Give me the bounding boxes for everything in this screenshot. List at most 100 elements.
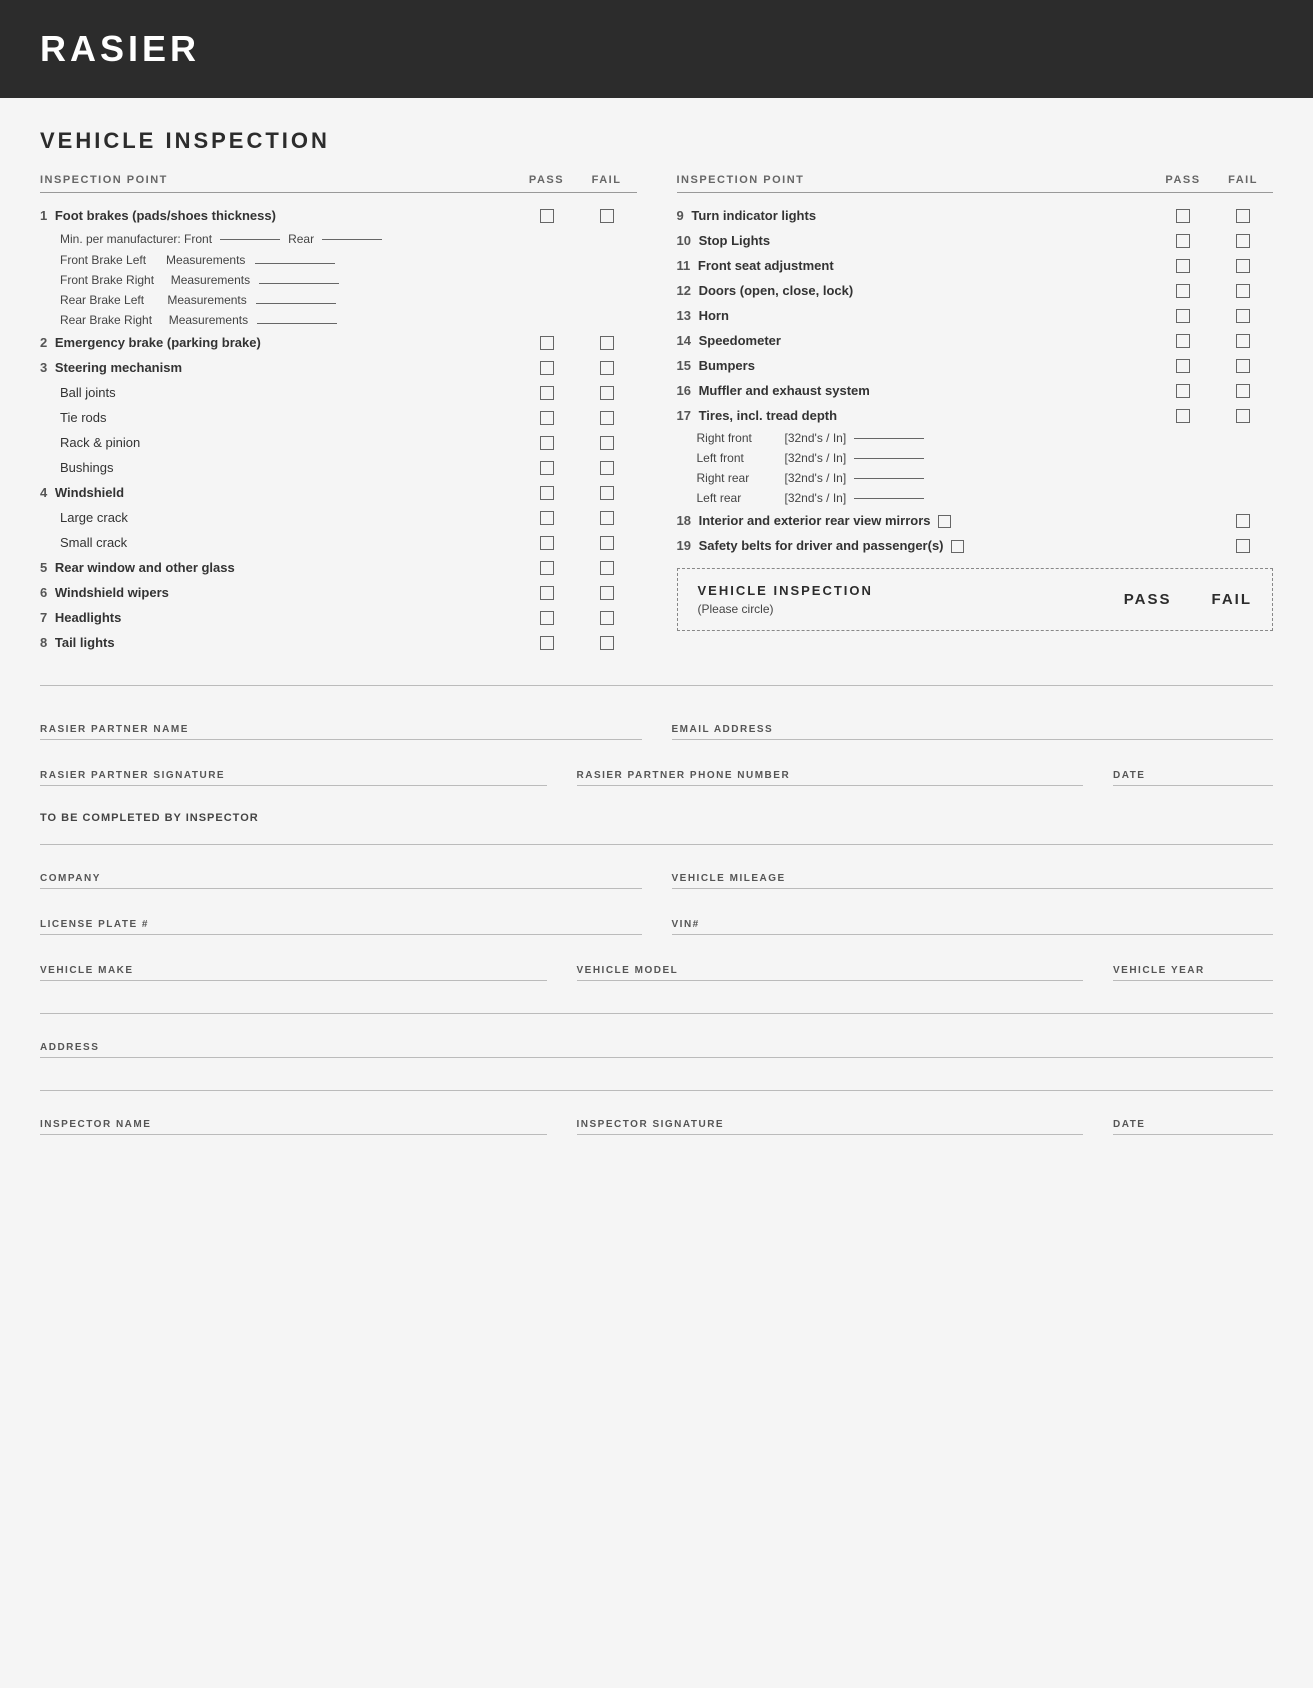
- left-col-fail-label: FAIL: [577, 174, 637, 186]
- mileage-label: VEHICLE MILEAGE: [672, 873, 1274, 884]
- item-11-pass-checkbox[interactable]: [1176, 259, 1190, 273]
- left-column: INSPECTION POINT PASS FAIL 1 Foot brakes…: [40, 174, 637, 655]
- item-5-pass-checkbox[interactable]: [540, 561, 554, 575]
- bushings-fail[interactable]: [600, 461, 614, 475]
- partner-signature-label: RASIER PARTNER SIGNATURE: [40, 770, 547, 781]
- large-crack-row: Large crack: [40, 505, 637, 530]
- tie-rods-label: Tie rods: [60, 410, 517, 425]
- item-6-fail-checkbox[interactable]: [600, 586, 614, 600]
- item-3-fail-checkbox[interactable]: [600, 361, 614, 375]
- tie-rods-fail[interactable]: [600, 411, 614, 425]
- item-10-fail-checkbox[interactable]: [1236, 234, 1250, 248]
- item-1-fail-checkbox[interactable]: [600, 209, 614, 223]
- form-row-7: INSPECTOR NAME INSPECTOR SIGNATURE DATE: [40, 1101, 1273, 1147]
- item-6-pass-checkbox[interactable]: [540, 586, 554, 600]
- rear-brake-right-label: Rear Brake Right Measurements: [60, 313, 517, 327]
- item-15-fail-checkbox[interactable]: [1236, 359, 1250, 373]
- item-8-pass-checkbox[interactable]: [540, 636, 554, 650]
- form-row-1: RASIER PARTNER NAME EMAIL ADDRESS: [40, 706, 1273, 752]
- item-17-fail-checkbox[interactable]: [1236, 409, 1250, 423]
- item-5-fail-checkbox[interactable]: [600, 561, 614, 575]
- small-crack-pass[interactable]: [540, 536, 554, 550]
- ball-joints-label: Ball joints: [60, 385, 517, 400]
- item-4-pass-checkbox[interactable]: [540, 486, 554, 500]
- item-14-fail-checkbox[interactable]: [1236, 334, 1250, 348]
- item-3-pass-checkbox[interactable]: [540, 361, 554, 375]
- right-front-unit: [32nd's / In]: [785, 431, 847, 445]
- rack-pinion-pass[interactable]: [540, 436, 554, 450]
- form-divider-3: [40, 1013, 1273, 1014]
- item-11-fail-checkbox[interactable]: [1236, 259, 1250, 273]
- item-2-fail-checkbox[interactable]: [600, 336, 614, 350]
- form-row-4: LICENSE PLATE # VIN#: [40, 901, 1273, 947]
- left-front-blank: [854, 458, 924, 459]
- item-4-fail-checkbox[interactable]: [600, 486, 614, 500]
- tie-rods-pass[interactable]: [540, 411, 554, 425]
- item-2-pass-checkbox[interactable]: [540, 336, 554, 350]
- form-row-5: VEHICLE MAKE VEHICLE MODEL VEHICLE YEAR: [40, 947, 1273, 993]
- item-12-fail-checkbox[interactable]: [1236, 284, 1250, 298]
- small-crack-fail[interactable]: [600, 536, 614, 550]
- inspection-item-14: 14 Speedometer: [677, 328, 1274, 353]
- email-label: EMAIL ADDRESS: [672, 724, 1274, 735]
- item-7-pass-checkbox[interactable]: [540, 611, 554, 625]
- left-front-unit: [32nd's / In]: [785, 451, 847, 465]
- vehicle-inspection-result-box: VEHICLE INSPECTION (Please circle) PASS …: [677, 568, 1274, 631]
- ball-joints-pass[interactable]: [540, 386, 554, 400]
- inspection-item-10: 10 Stop Lights: [677, 228, 1274, 253]
- item-10-pass-checkbox[interactable]: [1176, 234, 1190, 248]
- right-col-fail-label: FAIL: [1213, 174, 1273, 186]
- date2-field: DATE: [1113, 1101, 1273, 1135]
- rear-brake-left-row: Rear Brake Left Measurements: [40, 290, 637, 310]
- ball-joints-fail[interactable]: [600, 386, 614, 400]
- inspection-item-16: 16 Muffler and exhaust system: [677, 378, 1274, 403]
- left-front-label: Left front: [697, 451, 777, 465]
- large-crack-fail[interactable]: [600, 511, 614, 525]
- item-12-pass-checkbox[interactable]: [1176, 284, 1190, 298]
- dashed-box-left: VEHICLE INSPECTION (Please circle): [698, 583, 873, 616]
- item-19-inline-checkbox[interactable]: [951, 540, 964, 553]
- bushings-pass[interactable]: [540, 461, 554, 475]
- item-19-label: 19 Safety belts for driver and passenger…: [677, 538, 1154, 553]
- form-section: RASIER PARTNER NAME EMAIL ADDRESS RASIER…: [40, 706, 1273, 1147]
- form-row-2: RASIER PARTNER SIGNATURE RASIER PARTNER …: [40, 752, 1273, 798]
- company-title: RASIER: [40, 28, 1273, 70]
- item-16-fail-checkbox[interactable]: [1236, 384, 1250, 398]
- inspector-sig-field: INSPECTOR SIGNATURE: [577, 1101, 1084, 1135]
- item-13-pass-checkbox[interactable]: [1176, 309, 1190, 323]
- item-8-fail-checkbox[interactable]: [600, 636, 614, 650]
- item-18-fail-checkbox[interactable]: [1236, 514, 1250, 528]
- partner-signature-field: RASIER PARTNER SIGNATURE: [40, 752, 547, 786]
- item-13-fail-checkbox[interactable]: [1236, 309, 1250, 323]
- item-14-pass-checkbox[interactable]: [1176, 334, 1190, 348]
- item-17-pass-checkbox[interactable]: [1176, 409, 1190, 423]
- partner-name-label: RASIER PARTNER NAME: [40, 724, 642, 735]
- front-brake-right-line: [259, 283, 339, 284]
- model-field: VEHICLE MODEL: [577, 947, 1084, 981]
- right-col-header: INSPECTION POINT PASS FAIL: [677, 174, 1274, 193]
- inspection-item-13: 13 Horn: [677, 303, 1274, 328]
- dashed-box-right: PASS FAIL: [1124, 591, 1252, 608]
- ball-joints-row: Ball joints: [40, 380, 637, 405]
- right-front-blank: [854, 438, 924, 439]
- rear-brake-right-line: [257, 323, 337, 324]
- item-1-fail-cell: [577, 209, 637, 223]
- item-9-fail-checkbox[interactable]: [1236, 209, 1250, 223]
- item-18-inline-checkbox[interactable]: [938, 515, 951, 528]
- item-10-label: 10 Stop Lights: [677, 233, 1154, 248]
- item-19-fail-checkbox[interactable]: [1236, 539, 1250, 553]
- item-15-pass-checkbox[interactable]: [1176, 359, 1190, 373]
- item-1-number: 1: [40, 208, 47, 223]
- year-field: VEHICLE YEAR: [1113, 947, 1273, 981]
- rack-pinion-fail[interactable]: [600, 436, 614, 450]
- item-7-fail-checkbox[interactable]: [600, 611, 614, 625]
- item-9-pass-checkbox[interactable]: [1176, 209, 1190, 223]
- section-title: VEHICLE INSPECTION: [40, 128, 1273, 154]
- large-crack-pass[interactable]: [540, 511, 554, 525]
- right-front-label: Right front: [697, 431, 777, 445]
- left-rear-tire-row: Left rear [32nd's / In]: [677, 488, 1274, 508]
- front-brake-left-label: Front Brake Left Measurements: [60, 253, 517, 267]
- item-16-pass-checkbox[interactable]: [1176, 384, 1190, 398]
- right-col-inspection-point-label: INSPECTION POINT: [677, 174, 1154, 186]
- item-1-pass-checkbox[interactable]: [540, 209, 554, 223]
